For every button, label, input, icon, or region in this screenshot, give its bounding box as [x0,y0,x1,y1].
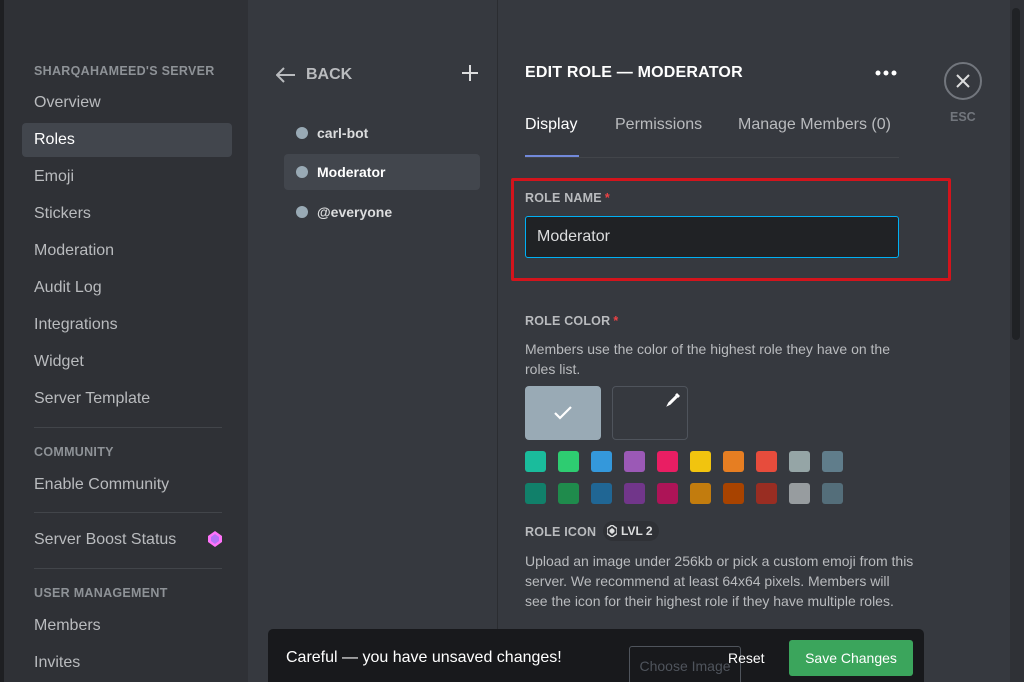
sidebar-item-server-boost-status[interactable]: Server Boost Status [22,523,232,557]
sidebar-item-server-template[interactable]: Server Template [22,382,232,416]
sidebar-divider [34,512,222,513]
role-color-description: Members use the color of the highest rol… [525,341,890,377]
color-swatch[interactable] [822,483,843,504]
role-item-label: @everyone [317,204,393,220]
save-changes-button[interactable]: Save Changes [789,640,913,676]
boost-gem-icon [208,531,222,547]
color-swatch[interactable] [723,451,744,472]
ellipsis-icon [875,70,897,76]
active-tab-indicator [525,155,579,157]
role-item-carl-bot[interactable]: carl-bot [284,115,480,151]
edit-role-panel: EDIT ROLE — MODERATOR Display Permission… [499,0,1009,682]
default-color-swatch[interactable] [525,386,601,440]
scrollbar-thumb[interactable] [1012,8,1020,340]
color-swatch[interactable] [558,451,579,472]
role-color-dot [296,166,308,178]
sidebar-divider [34,427,222,428]
color-swatch[interactable] [822,451,843,472]
role-icon-label: ROLE ICON [525,525,597,539]
role-item-label: carl-bot [317,125,369,141]
settings-sidebar: SHARQAHAMEED'S SERVER Overview Roles Emo… [4,0,248,682]
sidebar-item-enable-community[interactable]: Enable Community [22,468,232,502]
role-name-label-text: ROLE NAME [525,191,602,205]
color-swatch[interactable] [525,451,546,472]
role-item-label: Moderator [317,164,386,180]
color-swatch[interactable] [756,451,777,472]
more-options-button[interactable] [874,62,898,82]
server-name-header: SHARQAHAMEED'S SERVER [34,64,215,78]
color-swatch[interactable] [690,451,711,472]
role-color-dot [296,127,308,139]
sidebar-item-members[interactable]: Members [22,609,232,643]
role-icon-description: Upload an image under 256kb or pick a cu… [525,553,914,609]
custom-color-swatch[interactable] [612,386,688,440]
required-mark: * [604,191,610,205]
choose-image-button[interactable]: Choose Image [629,646,741,682]
sidebar-item-roles[interactable]: Roles [22,123,232,157]
checkmark-icon [554,406,572,420]
eyedropper-icon [666,393,680,407]
user-management-header: USER MANAGEMENT [34,586,168,600]
sidebar-item-integrations[interactable]: Integrations [22,308,232,342]
role-item-everyone[interactable]: @everyone [284,194,480,230]
tab-display[interactable]: Display [525,116,577,134]
reset-button[interactable]: Reset [728,650,765,666]
color-swatch[interactable] [657,451,678,472]
sidebar-item-widget[interactable]: Widget [22,345,232,379]
roles-list-panel: BACK carl-bot Moderator @everyone [248,0,498,682]
required-mark: * [613,314,619,328]
esc-label: ESC [950,110,976,124]
sidebar-item-overview[interactable]: Overview [22,86,232,120]
sidebar-item-emoji[interactable]: Emoji [22,160,232,194]
boost-level-badge: LVL 2 [603,521,659,541]
tab-permissions[interactable]: Permissions [615,116,702,134]
sidebar-item-invites[interactable]: Invites [22,646,232,680]
color-swatch[interactable] [525,483,546,504]
unsaved-changes-notice: Careful — you have unsaved changes! Choo… [268,629,924,682]
edit-role-title: EDIT ROLE — MODERATOR [525,64,743,81]
create-role-button[interactable] [458,62,482,86]
close-button[interactable] [944,62,982,100]
role-name-label: ROLE NAME * [525,191,610,205]
color-swatch[interactable] [558,483,579,504]
color-swatch[interactable] [723,483,744,504]
boost-level-icon [607,525,617,537]
color-swatch[interactable] [624,451,645,472]
back-button[interactable]: BACK [276,62,352,88]
role-item-moderator[interactable]: Moderator [284,154,480,190]
color-swatch[interactable] [591,483,612,504]
boost-level-label: LVL 2 [621,524,653,538]
edit-role-tabs: Display Permissions Manage Members (0) [525,112,899,158]
sidebar-item-audit-log[interactable]: Audit Log [22,271,232,305]
unsaved-changes-text: Careful — you have unsaved changes! [286,649,562,666]
back-label: BACK [306,66,353,83]
color-swatch[interactable] [756,483,777,504]
plus-icon [462,65,478,81]
tab-manage-members[interactable]: Manage Members (0) [738,116,891,134]
color-swatch[interactable] [657,483,678,504]
arrow-left-icon [276,67,295,83]
role-color-label: ROLE COLOR * [525,314,618,328]
color-swatch[interactable] [690,483,711,504]
color-swatch[interactable] [591,451,612,472]
sidebar-item-moderation[interactable]: Moderation [22,234,232,268]
role-color-label-text: ROLE COLOR [525,314,611,328]
color-swatch[interactable] [789,483,810,504]
close-icon [956,74,970,88]
sidebar-divider [34,568,222,569]
sidebar-item-stickers[interactable]: Stickers [22,197,232,231]
community-header: COMMUNITY [34,445,114,459]
color-swatch[interactable] [624,483,645,504]
role-name-input[interactable] [525,216,899,258]
color-swatch[interactable] [789,451,810,472]
role-color-dot [296,206,308,218]
